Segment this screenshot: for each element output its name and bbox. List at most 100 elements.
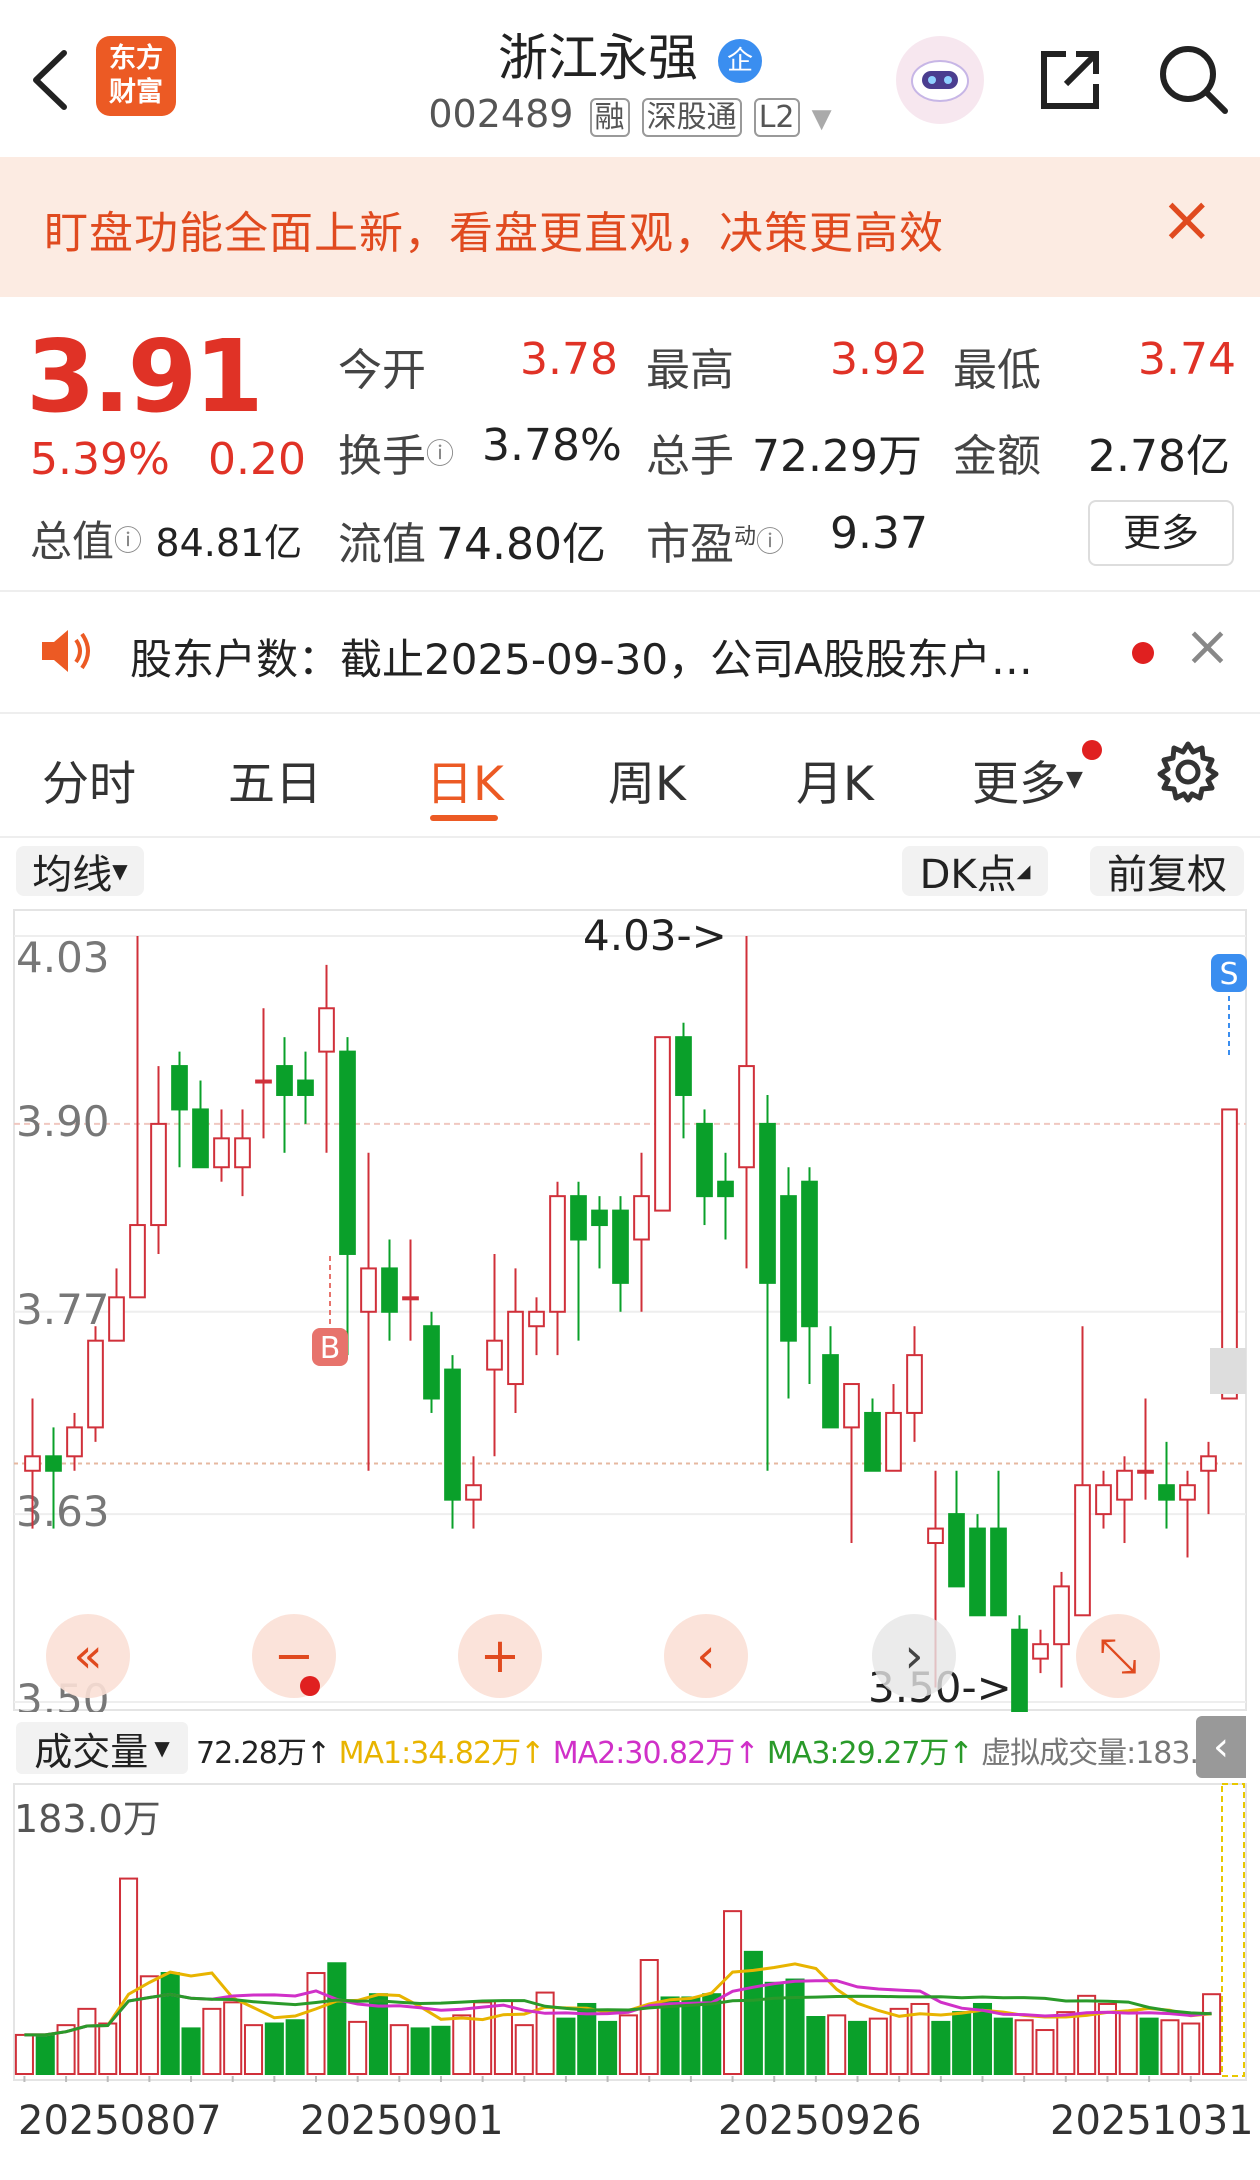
volume-bar: [181, 2027, 201, 2075]
tab-intraday[interactable]: 分时: [42, 745, 136, 814]
volume-bar: [972, 2002, 993, 2076]
tab-daily-k[interactable]: 日K: [426, 745, 504, 814]
total-value-label: 总值: [30, 517, 115, 566]
assistant-robot-icon[interactable]: [896, 36, 984, 124]
more-button[interactable]: 更多: [1088, 500, 1234, 566]
float-value-label: 流值: [338, 519, 426, 570]
volume-bar: [1139, 2017, 1159, 2075]
candle-body: [45, 1455, 62, 1472]
corner-triangle-icon: ◢: [1016, 860, 1031, 882]
volume-bar: [1077, 1994, 1097, 2075]
candle-body: [1116, 1469, 1133, 1501]
share-icon[interactable]: [1030, 40, 1110, 120]
candle-body: [927, 1527, 944, 1545]
amount-label: 金额: [953, 431, 1041, 482]
scroll-handle[interactable]: [1210, 1348, 1246, 1394]
turnover-label-text: 换手: [338, 431, 426, 482]
volume-bar: [702, 1993, 722, 2075]
volume-stats-row: 72.28万↑ MA1:34.82万↑ MA2:30.82万↑ MA3:29.2…: [196, 1728, 1246, 1772]
volume-bar: [348, 2020, 368, 2075]
tag-level2: L2: [753, 98, 800, 137]
tab-five-day[interactable]: 五日: [228, 745, 322, 814]
settings-gear-icon[interactable]: [1156, 740, 1220, 808]
turnover-value: 3.78%: [482, 420, 622, 471]
date-label-1: 20250807: [18, 2098, 222, 2144]
volume-bar: [410, 2027, 430, 2075]
scroll-left-button[interactable]: ‹: [664, 1614, 748, 1698]
dk-point-label: DK点: [919, 852, 1017, 898]
info-icon[interactable]: ⓘ: [756, 525, 784, 558]
volume-bar: [493, 1999, 513, 2075]
candle-body: [24, 1455, 41, 1472]
adjust-button[interactable]: 前复权: [1090, 846, 1244, 898]
candle-body: [759, 1122, 776, 1284]
candle-body: [1032, 1643, 1049, 1660]
volume-bar: [473, 2001, 493, 2075]
candle-body: [717, 1180, 734, 1198]
candle-body: [570, 1195, 587, 1241]
total-value-row: 总值ⓘ 84.81亿: [30, 508, 302, 569]
candle-body: [1053, 1585, 1070, 1646]
search-icon[interactable]: [1150, 36, 1236, 122]
candle-body: [213, 1137, 230, 1169]
volume-bar: [306, 1972, 326, 2075]
indicator-dropdown[interactable]: 成交量 ▼: [16, 1722, 188, 1774]
candle-body: [696, 1122, 713, 1198]
candle-body: [1095, 1484, 1112, 1516]
ma-dropdown[interactable]: 均线 ▼: [16, 846, 144, 898]
volume-bar: [1118, 2011, 1138, 2076]
pe-sup: 动: [734, 524, 757, 550]
notice-close-icon[interactable]: ×: [1184, 614, 1231, 679]
volume-chart[interactable]: 183.0万: [0, 1782, 1260, 2082]
volume-bar: [139, 1975, 159, 2076]
scroll-left-fast-button[interactable]: «: [46, 1614, 130, 1698]
candle-body: [780, 1195, 797, 1342]
zoom-out-button[interactable]: −: [252, 1614, 336, 1698]
volume-bar: [681, 1996, 701, 2075]
low-label: 最低: [953, 345, 1041, 396]
candlestick-chart[interactable]: 4.033.903.773.633.50 4.03-> 3.50-> B S: [0, 906, 1260, 1712]
info-icon[interactable]: ⓘ: [114, 524, 142, 557]
candle-body: [402, 1296, 419, 1301]
ma3-value: MA3:29.27万↑: [766, 1736, 974, 1771]
candle-body: [339, 1050, 356, 1255]
volume-bar: [827, 2014, 847, 2075]
current-price: 3.91: [26, 318, 264, 435]
volume-bar: [847, 2020, 868, 2075]
fullscreen-button[interactable]: ⤡: [1076, 1614, 1160, 1698]
change-percent: 5.39%: [30, 434, 170, 485]
volume-bar: [993, 2017, 1013, 2075]
candle-body: [507, 1310, 524, 1386]
candle-body: [654, 1036, 671, 1212]
pe-value: 9.37: [830, 508, 928, 559]
candle-body: [87, 1339, 104, 1429]
ma-dropdown-label: 均线: [32, 852, 113, 898]
promo-banner: 盯盘功能全面上新，看盘更直观，决策更高效 ×: [0, 157, 1260, 297]
dk-point-button[interactable]: DK点 ◢: [902, 846, 1048, 898]
info-icon[interactable]: ⓘ: [426, 437, 454, 470]
volume-bar: [35, 2033, 55, 2076]
candle-body: [549, 1195, 566, 1313]
volume-bar: [889, 2007, 909, 2076]
candle-body: [906, 1354, 923, 1414]
collapse-panel-icon[interactable]: ‹: [1196, 1716, 1246, 1778]
dropdown-triangle-icon: ▼: [811, 104, 832, 134]
notice-text: 股东户数：截止2025-09-30，公司A股股东户…: [130, 635, 1033, 684]
zoom-in-button[interactable]: +: [458, 1614, 542, 1698]
tab-weekly-k[interactable]: 周K: [608, 745, 686, 814]
scroll-right-button[interactable]: ›: [872, 1614, 956, 1698]
volume-bar: [1056, 2011, 1076, 2076]
volume-bar: [598, 2020, 618, 2075]
banner-close-icon[interactable]: ×: [1160, 183, 1214, 257]
high-label: 最高: [646, 345, 734, 396]
indicator-dropdown-label: 成交量: [34, 1729, 149, 1774]
volume-value: 72.29万: [752, 431, 922, 482]
tab-monthly-k[interactable]: 月K: [796, 745, 874, 814]
low-value: 3.74: [1138, 334, 1236, 385]
tab-more[interactable]: 更多▼: [972, 745, 1083, 814]
candle-body: [255, 1079, 272, 1084]
ma2-value: MA2:30.82万↑: [552, 1736, 760, 1771]
tab-more-label: 更多: [972, 757, 1066, 812]
notice-bar[interactable]: 股东户数：截止2025-09-30，公司A股股东户… ×: [0, 590, 1260, 714]
volume-bar: [1160, 2019, 1180, 2075]
